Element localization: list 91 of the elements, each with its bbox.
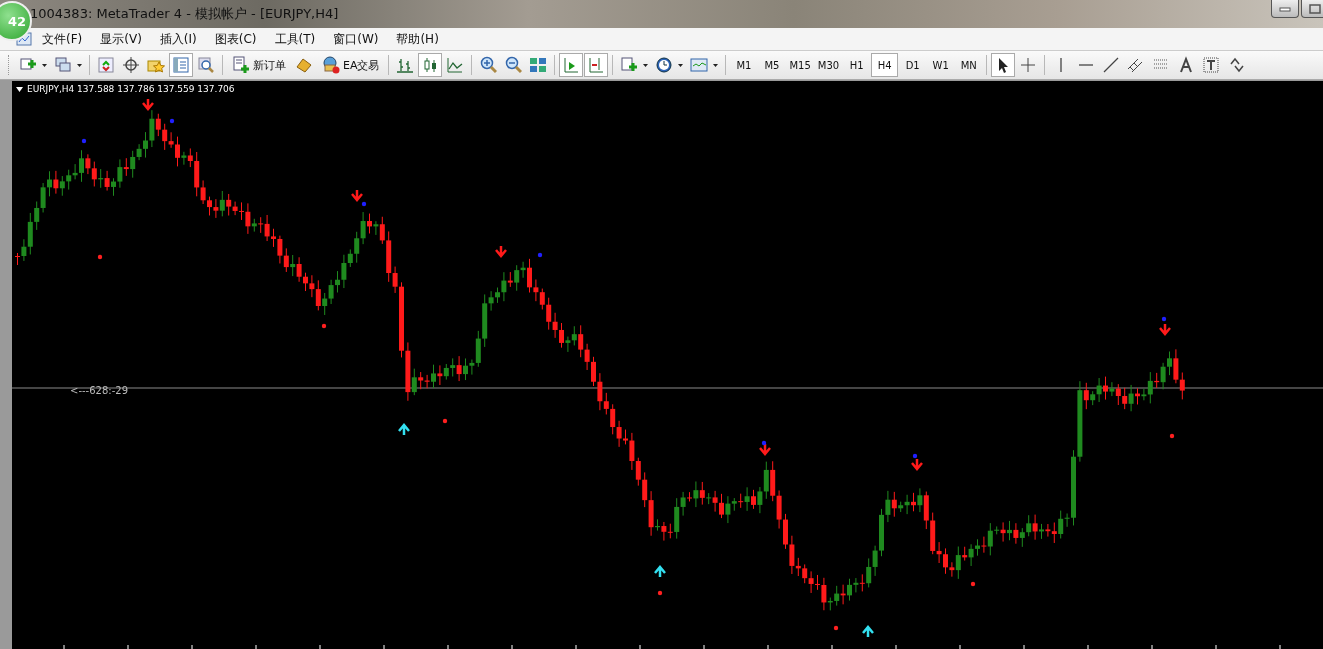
candlestick-button[interactable] bbox=[418, 53, 443, 77]
caret-icon bbox=[678, 63, 684, 67]
down-arrow-icon bbox=[141, 97, 155, 111]
notification-badge: 42 bbox=[0, 1, 32, 41]
new-order-icon bbox=[232, 56, 250, 74]
pointer-button[interactable] bbox=[991, 53, 1016, 77]
new-chart-icon bbox=[20, 58, 37, 70]
dot-marker bbox=[442, 418, 448, 424]
dropdown-triangle-icon bbox=[16, 86, 23, 92]
add-indicator-icon bbox=[622, 57, 639, 73]
menu-item[interactable]: 插入(I) bbox=[159, 30, 197, 48]
zoom-in-icon bbox=[481, 56, 498, 74]
down-arrow-icon bbox=[494, 244, 508, 258]
timeframe-button[interactable]: M1 bbox=[730, 53, 758, 77]
text-a-icon bbox=[1180, 56, 1193, 73]
vertical-line-icon bbox=[1060, 57, 1062, 73]
menu-item[interactable]: 工具(T) bbox=[274, 30, 316, 48]
minimize-button[interactable] bbox=[1271, 0, 1299, 18]
timeframe-button[interactable]: M30 bbox=[814, 53, 843, 77]
dot-marker bbox=[321, 323, 327, 329]
dot-marker bbox=[970, 581, 976, 587]
up-arrow-icon bbox=[653, 565, 667, 579]
arrows-icon bbox=[1230, 57, 1244, 73]
down-arrow-icon bbox=[910, 457, 924, 471]
line-chart-icon bbox=[448, 57, 464, 73]
tile-windows-icon bbox=[530, 58, 547, 72]
dot-marker bbox=[1169, 433, 1175, 439]
dot-marker bbox=[761, 440, 767, 446]
timeframe-button[interactable]: H4 bbox=[871, 53, 899, 77]
fibonacci-icon bbox=[1153, 59, 1169, 69]
menu-item[interactable]: 图表(C) bbox=[214, 30, 257, 48]
zoom-out-icon bbox=[506, 56, 523, 74]
expert-advisor-icon bbox=[322, 56, 340, 74]
template-icon bbox=[691, 58, 708, 72]
maximize-icon bbox=[1309, 3, 1321, 14]
symbol-quote-label: EURJPY,H4 137.588 137.786 137.559 137.706 bbox=[27, 84, 235, 94]
crosshair-lines-icon bbox=[1020, 57, 1036, 73]
trendline-icon bbox=[1103, 57, 1119, 73]
pointer-icon bbox=[999, 58, 1009, 73]
star-folder-icon bbox=[147, 60, 165, 73]
dot-marker bbox=[169, 118, 175, 124]
up-arrow-icon bbox=[397, 423, 411, 437]
profiles-icon bbox=[55, 57, 71, 72]
dot-marker bbox=[657, 590, 663, 596]
new-order-button[interactable]: 新订单 bbox=[227, 53, 291, 77]
timeframe-button[interactable]: MN bbox=[955, 53, 983, 77]
timeframe-button[interactable]: D1 bbox=[899, 53, 927, 77]
dot-marker bbox=[97, 254, 103, 260]
market-watch-icon bbox=[98, 57, 114, 73]
timeframe-button[interactable]: W1 bbox=[927, 53, 955, 77]
bar-chart-icon bbox=[396, 58, 415, 73]
autoscroll-button[interactable] bbox=[559, 53, 584, 77]
dot-marker bbox=[361, 201, 367, 207]
caret-icon bbox=[77, 63, 82, 67]
horizontal-line-icon bbox=[1078, 64, 1094, 66]
chart-shift-icon bbox=[590, 57, 604, 73]
autoscroll-icon bbox=[565, 57, 579, 73]
timeframe-button[interactable]: H1 bbox=[843, 53, 871, 77]
caret-icon bbox=[713, 63, 719, 67]
up-arrow-icon bbox=[861, 625, 875, 639]
minimize-icon bbox=[1279, 5, 1291, 12]
ingot-icon bbox=[296, 58, 312, 73]
candlestick-icon bbox=[425, 57, 437, 73]
caret-icon bbox=[643, 63, 649, 67]
line-label: <---628:-29 bbox=[70, 385, 128, 396]
menu-item[interactable]: 窗口(W) bbox=[333, 30, 379, 48]
clock-icon bbox=[657, 57, 672, 73]
channel-icon bbox=[1127, 58, 1143, 73]
magnifier-icon bbox=[198, 57, 214, 73]
dot-marker bbox=[81, 138, 87, 144]
dot-marker bbox=[1161, 316, 1167, 322]
dot-marker bbox=[912, 453, 918, 459]
window-title: 1004383: MetaTrader 4 - 模拟帐户 - [EURJPY,H4] bbox=[30, 5, 339, 23]
dot-marker bbox=[833, 625, 839, 631]
timeframe-button[interactable]: M15 bbox=[786, 53, 814, 77]
dot-marker bbox=[537, 252, 543, 258]
menu-item[interactable]: 文件(F) bbox=[42, 30, 83, 48]
list-window-button[interactable] bbox=[169, 53, 193, 77]
down-arrow-icon bbox=[1158, 322, 1172, 336]
down-arrow-icon bbox=[758, 442, 772, 456]
timeframe-button[interactable]: M5 bbox=[758, 53, 786, 77]
menu-item[interactable]: 显示(V) bbox=[100, 30, 142, 48]
caret-icon bbox=[42, 63, 47, 67]
crosshair-icon bbox=[122, 56, 140, 74]
list-window-icon bbox=[173, 57, 189, 73]
text-label-icon bbox=[1203, 57, 1219, 73]
maximize-button[interactable] bbox=[1301, 0, 1323, 18]
chart-shift-button[interactable] bbox=[584, 53, 609, 77]
menu-item[interactable]: 帮助(H) bbox=[396, 30, 439, 48]
down-arrow-icon bbox=[350, 188, 364, 202]
expert-advisor-button[interactable]: EA交易 bbox=[317, 53, 385, 77]
